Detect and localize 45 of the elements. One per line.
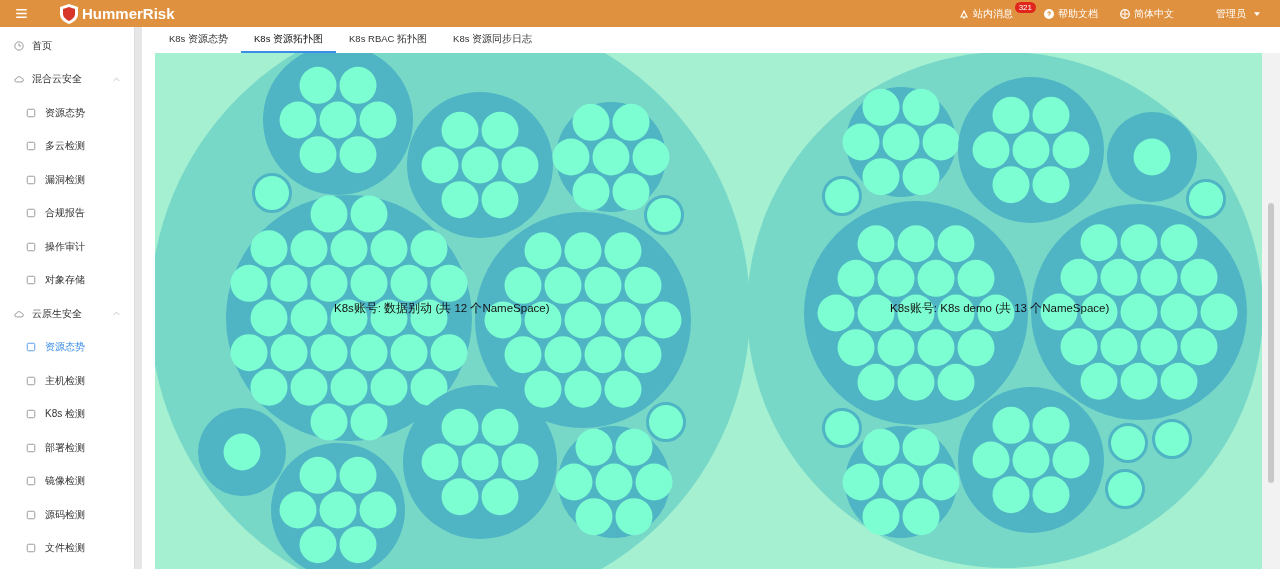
square-icon (26, 241, 36, 252)
sidebar-item[interactable]: 镜像检测 (0, 464, 134, 498)
sidebar-group[interactable]: 云原生安全 (0, 297, 134, 331)
menu-icon[interactable] (16, 9, 27, 18)
sidebar-item[interactable]: 资源态势 (0, 96, 134, 130)
sidebar-item[interactable]: 资源态势 (0, 330, 134, 364)
shield-logo-icon (59, 2, 79, 25)
account-label: K8s账号: 数据别动 (共 12 个NameSpace) (334, 301, 550, 316)
sidebar-item[interactable]: 主机检测 (0, 364, 134, 398)
sidebar-item[interactable]: 操作审计 (0, 230, 134, 264)
caret-icon (1254, 11, 1260, 16)
square-icon (26, 275, 36, 286)
square-icon (26, 476, 36, 487)
square-icon (26, 107, 36, 118)
sidebar-item[interactable]: 多云检测 (0, 129, 134, 163)
globe-icon (1120, 8, 1130, 19)
message-count-badge: 321 (1014, 2, 1036, 13)
help-icon (1044, 8, 1054, 19)
sidebar-item[interactable]: 合规报告 (0, 196, 134, 230)
brand-name: HummerRisk (82, 5, 175, 22)
square-icon (26, 509, 36, 520)
square-icon (26, 442, 36, 453)
sidebar-item[interactable]: 对象存储 (0, 263, 134, 297)
square-icon (26, 375, 36, 386)
square-icon (26, 342, 36, 353)
cloud-icon (14, 308, 24, 319)
square-icon (26, 409, 36, 420)
cloud-icon (14, 74, 24, 85)
tab[interactable]: K8s 资源同步日志 (440, 27, 546, 53)
clock-icon (14, 40, 24, 51)
sidebar-item[interactable]: 首页 (0, 29, 134, 63)
sidebar-item[interactable]: 部署检测 (0, 431, 134, 465)
sidebar-item[interactable]: 源码检测 (0, 498, 134, 532)
sidebar-item[interactable]: 漏洞检测 (0, 163, 134, 197)
tab[interactable]: K8s 资源态势 (156, 27, 241, 53)
sidebar-item[interactable]: 文件检测 (0, 531, 134, 565)
square-icon (26, 141, 36, 152)
account-label: K8s账号: K8s demo (共 13 个NameSpace) (890, 301, 1110, 316)
square-icon (26, 543, 36, 554)
tab[interactable]: K8s RBAC 拓扑图 (336, 27, 441, 53)
bell-icon (958, 8, 969, 19)
square-icon (26, 174, 36, 185)
square-icon (26, 208, 36, 219)
sidebar-group[interactable]: 混合云安全 (0, 62, 134, 96)
sidebar-item[interactable]: K8s 检测 (0, 397, 134, 431)
